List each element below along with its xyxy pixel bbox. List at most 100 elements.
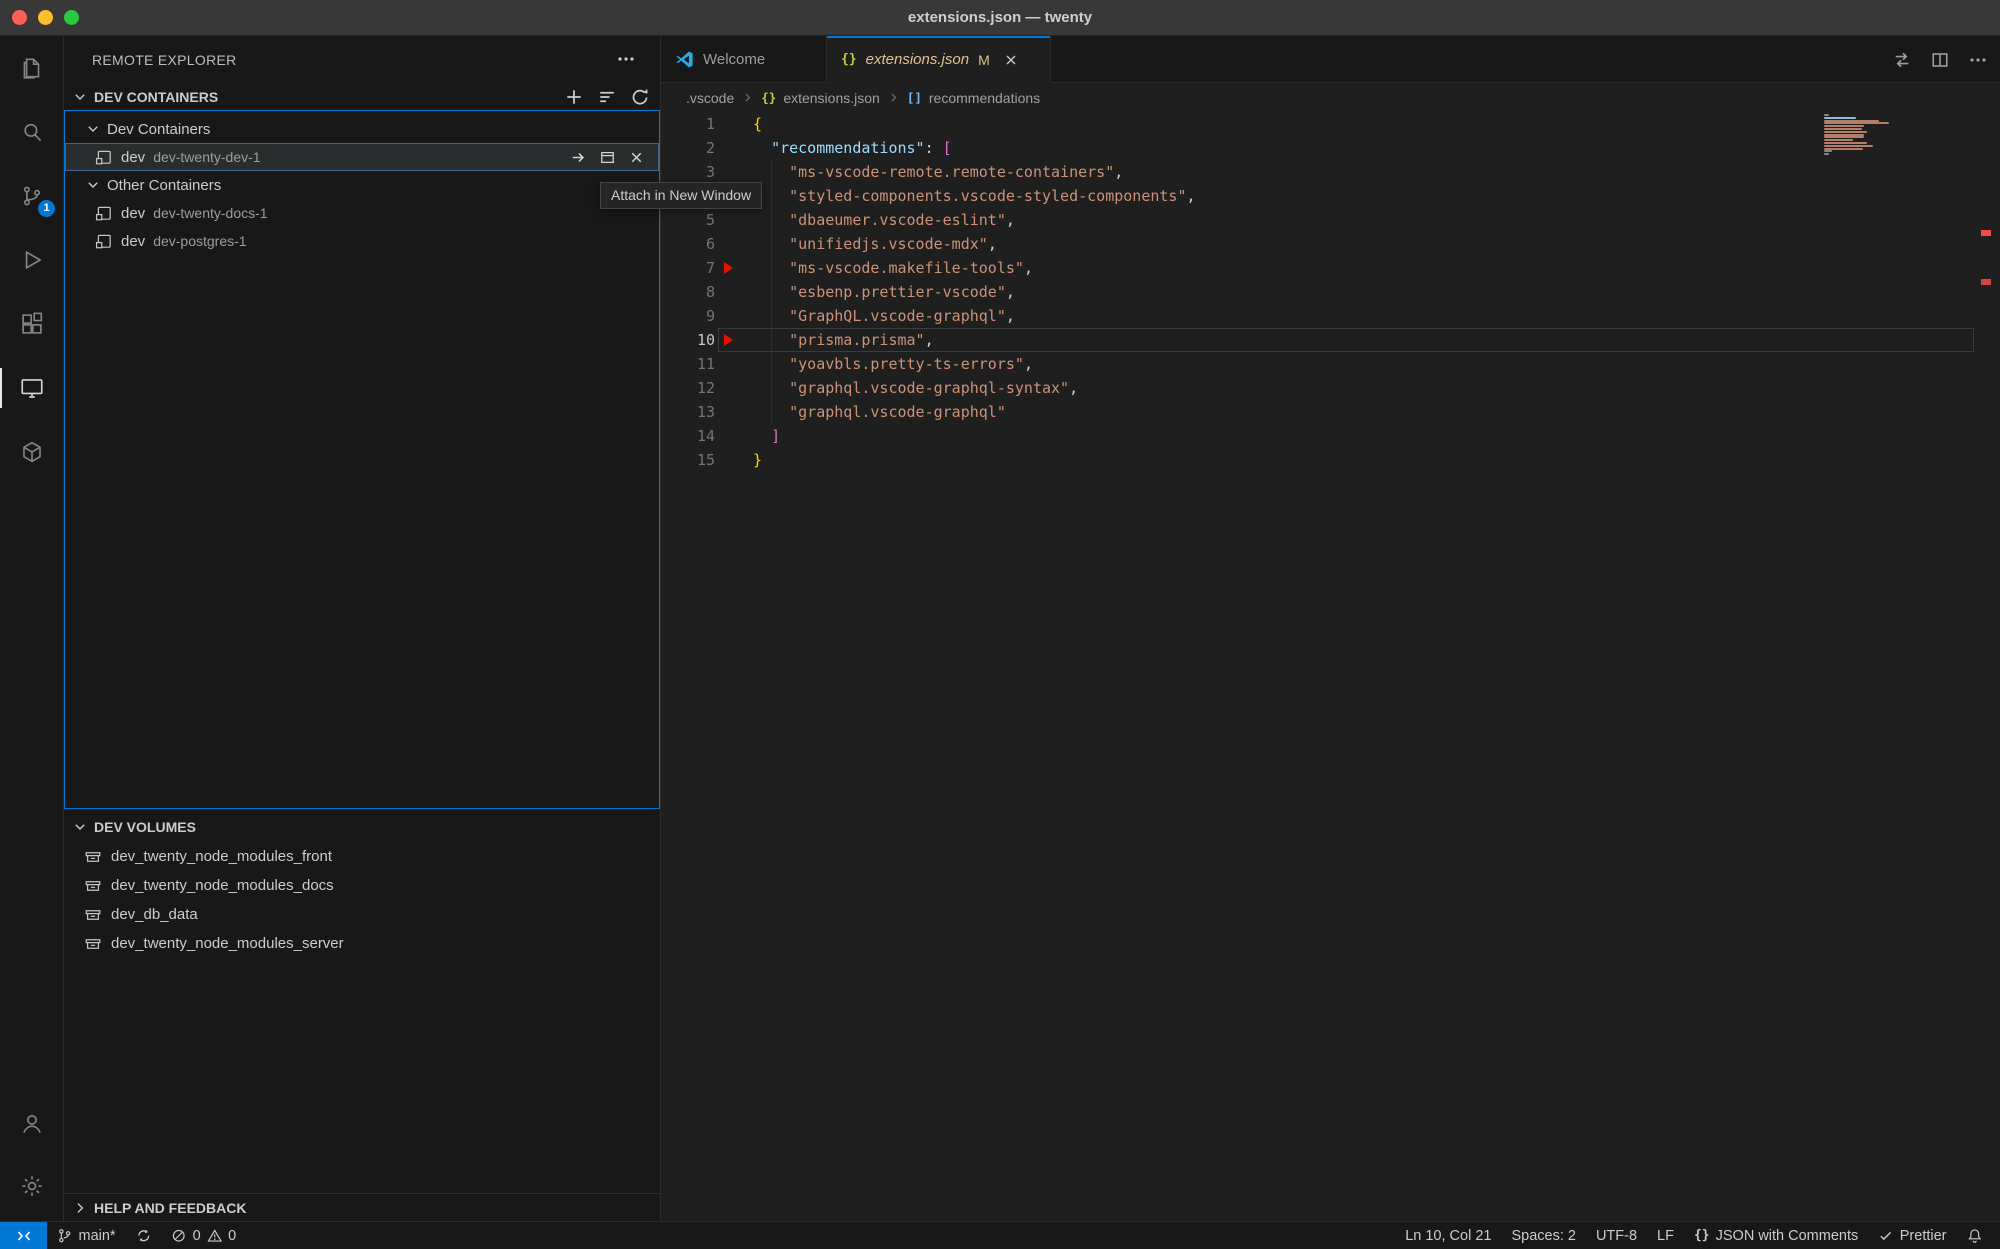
attach-current-window-icon[interactable] (570, 149, 587, 166)
code-line[interactable]: 6 "unifiedjs.vscode-mdx", (661, 232, 2000, 256)
volume-label: dev_twenty_node_modules_server (111, 935, 344, 952)
details-list-icon[interactable] (597, 87, 617, 107)
code-line[interactable]: 13 "graphql.vscode-graphql" (661, 400, 2000, 424)
code-line[interactable]: 10 "prisma.prisma", (661, 328, 2000, 352)
volume-item[interactable]: dev_twenty_node_modules_front (64, 842, 660, 871)
section-help-feedback[interactable]: HELP AND FEEDBACK (64, 1193, 660, 1221)
tab-extensions-json[interactable]: {} extensions.json M (827, 36, 1051, 83)
tree-group-label: Other Containers (107, 177, 221, 194)
code-line[interactable]: 7 "ms-vscode.makefile-tools", (661, 256, 2000, 280)
code-line[interactable]: 4 "styled-components.vscode-styled-compo… (661, 184, 2000, 208)
activitybar-remote-explorer[interactable] (0, 356, 64, 420)
tab-welcome[interactable]: Welcome (661, 36, 827, 82)
split-editor-icon[interactable] (1930, 50, 1950, 70)
code-line[interactable]: 9 "GraphQL.vscode-graphql", (661, 304, 2000, 328)
activitybar-run-debug[interactable] (0, 228, 64, 292)
check-icon (1878, 1228, 1894, 1244)
section-dev-volumes[interactable]: DEV VOLUMES (64, 814, 660, 840)
close-tab-icon[interactable] (1003, 52, 1019, 68)
code-line[interactable]: 12 "graphql.vscode-graphql-syntax", (661, 376, 2000, 400)
language-mode[interactable]: {} JSON with Comments (1684, 1222, 1868, 1249)
activitybar-source-control[interactable]: 1 (0, 164, 64, 228)
activitybar-accounts[interactable] (0, 1092, 64, 1156)
warnings-icon (207, 1228, 223, 1244)
sync-icon (136, 1228, 152, 1244)
code-line[interactable]: 3 "ms-vscode-remote.remote-containers", (661, 160, 2000, 184)
code-line[interactable]: 2 "recommendations": [ (661, 136, 2000, 160)
remote-indicator[interactable] (0, 1222, 47, 1249)
breadcrumb-file[interactable]: extensions.json (783, 90, 880, 106)
chevron-down-icon (72, 89, 88, 105)
activitybar-settings[interactable] (0, 1154, 64, 1218)
formatter-status[interactable]: Prettier (1868, 1222, 1956, 1249)
tree-group-other-containers[interactable]: Other Containers (65, 171, 659, 199)
code-line[interactable]: 15} (661, 448, 2000, 472)
branch-label: main* (79, 1228, 116, 1244)
gutter-marker-icon (724, 334, 733, 346)
tree-item-dev-postgres-1[interactable]: dev dev-postgres-1 (65, 227, 659, 255)
activitybar-explorer[interactable] (0, 36, 64, 100)
open-changes-icon[interactable] (1892, 50, 1912, 70)
code-line[interactable]: 1{ (661, 112, 2000, 136)
minimap[interactable] (1824, 114, 1894, 174)
container-description: dev-twenty-dev-1 (153, 149, 260, 165)
code-text: "yoavbls.pretty-ts-errors", (753, 352, 1033, 376)
volume-icon (84, 877, 102, 895)
code-line[interactable]: 8 "esbenp.prettier-vscode", (661, 280, 2000, 304)
tab-label: Welcome (703, 51, 765, 68)
activitybar-dev-containers[interactable] (0, 420, 64, 484)
overview-ruler-mark (1981, 279, 1991, 285)
encoding[interactable]: UTF-8 (1586, 1222, 1647, 1249)
eol-sequence[interactable]: LF (1647, 1222, 1684, 1249)
code-line[interactable]: 14 ] (661, 424, 2000, 448)
container-icon (95, 232, 113, 250)
volume-item[interactable]: dev_twenty_node_modules_docs (64, 871, 660, 900)
volume-item[interactable]: dev_db_data (64, 900, 660, 929)
line-number: 3 (661, 160, 715, 184)
more-actions-icon[interactable] (1968, 50, 1988, 70)
line-number: 11 (661, 352, 715, 376)
refresh-icon[interactable] (630, 87, 650, 107)
activitybar-search[interactable] (0, 100, 64, 164)
tree-item-dev-twenty-dev-1[interactable]: dev dev-twenty-dev-1 (65, 143, 659, 171)
indentation[interactable]: Spaces: 2 (1501, 1222, 1586, 1249)
tree-group-dev-containers[interactable]: Dev Containers (65, 115, 659, 143)
remove-container-icon[interactable] (628, 149, 645, 166)
tree-item-dev-twenty-docs-1[interactable]: dev dev-twenty-docs-1 (65, 199, 659, 227)
container-icon (95, 204, 113, 222)
notifications-bell[interactable] (1957, 1222, 1993, 1249)
status-right: Ln 10, Col 21 Spaces: 2 UTF-8 LF {} JSON… (1395, 1222, 2000, 1249)
breadcrumb-folder[interactable]: .vscode (686, 90, 734, 106)
status-left: main* 0 0 (0, 1222, 246, 1249)
editor-actions (1892, 36, 1988, 83)
problems-item[interactable]: 0 0 (161, 1222, 246, 1249)
minimap-line (1824, 150, 1832, 152)
chevron-down-icon (85, 177, 101, 193)
attach-new-window-icon[interactable] (599, 149, 616, 166)
code-line[interactable]: 5 "dbaeumer.vscode-eslint", (661, 208, 2000, 232)
sync-button[interactable] (126, 1222, 162, 1249)
section-dev-containers[interactable]: DEV CONTAINERS (64, 84, 660, 110)
line-number: 7 (661, 256, 715, 280)
chevron-right-icon (741, 91, 754, 104)
files-icon (19, 55, 45, 81)
git-branch-item[interactable]: main* (47, 1222, 126, 1249)
code-line[interactable]: 11 "yoavbls.pretty-ts-errors", (661, 352, 2000, 376)
line-number: 8 (661, 280, 715, 304)
container-description: dev-postgres-1 (153, 233, 246, 249)
json-file-icon: {} (841, 52, 857, 67)
more-actions-icon[interactable] (616, 49, 636, 69)
new-container-icon[interactable] (564, 87, 584, 107)
minimap-line (1824, 128, 1862, 130)
volume-item[interactable]: dev_twenty_node_modules_server (64, 929, 660, 958)
breadcrumb-symbol[interactable]: recommendations (929, 90, 1040, 106)
cursor-position[interactable]: Ln 10, Col 21 (1395, 1222, 1501, 1249)
container-icon (95, 148, 113, 166)
encoding-label: UTF-8 (1596, 1228, 1637, 1244)
minimap-line (1824, 125, 1864, 127)
gear-icon (19, 1173, 45, 1199)
editor: Welcome {} extensions.json M .vscode {} … (661, 36, 2000, 1221)
line-number: 10 (661, 328, 715, 352)
code-area[interactable]: 1{2 "recommendations": [3 "ms-vscode-rem… (661, 112, 2000, 1221)
activitybar-extensions[interactable] (0, 292, 64, 356)
